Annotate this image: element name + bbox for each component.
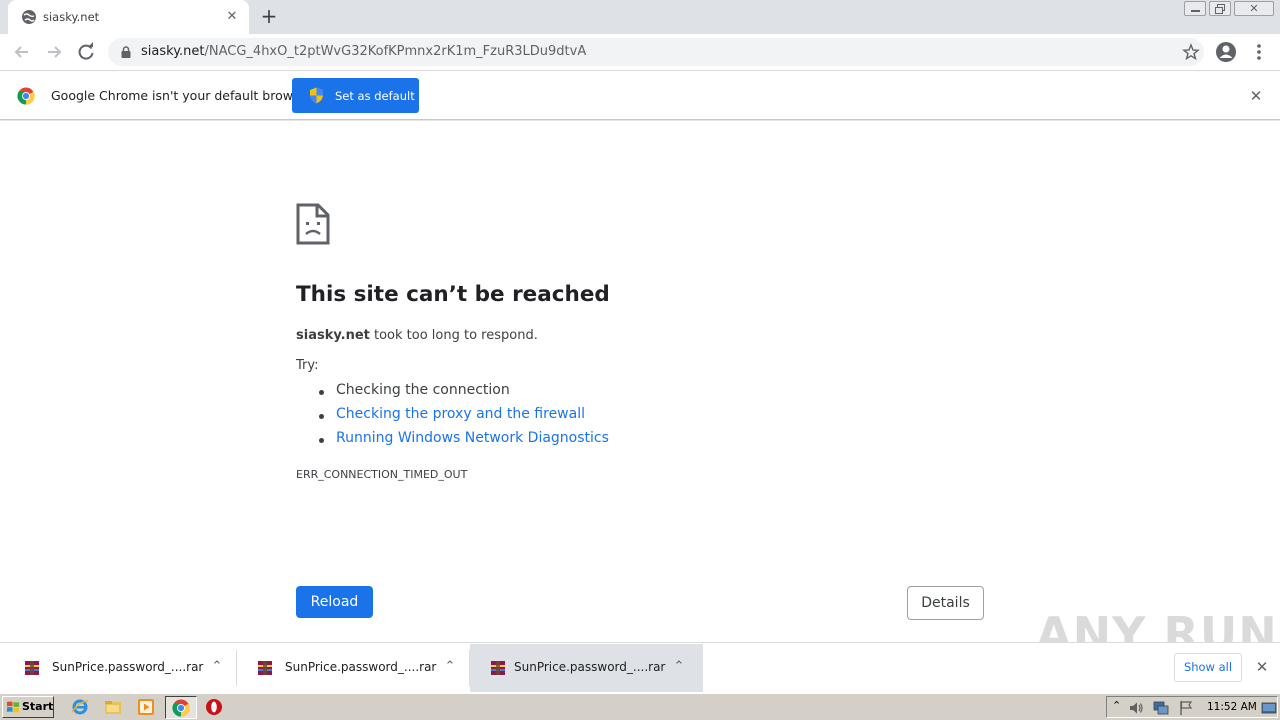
windows-flag-icon bbox=[7, 701, 19, 713]
show-hidden-icons-icon[interactable]: ⌃ bbox=[1112, 699, 1121, 712]
tab-active[interactable]: siasky.net ✕ bbox=[8, 0, 249, 34]
tab-title: siasky.net bbox=[43, 10, 100, 24]
bullet bbox=[319, 414, 324, 419]
reload-button[interactable]: Reload bbox=[296, 586, 373, 618]
bookmark-star-icon[interactable] bbox=[1182, 43, 1200, 61]
url-path: /NACG_4hxO_t2ptWvG32KofKPmnx2rK1m_FzuR3L… bbox=[204, 44, 587, 59]
volume-icon[interactable] bbox=[1128, 700, 1144, 716]
error-title: This site can’t be reached bbox=[296, 282, 610, 307]
file-explorer-icon[interactable] bbox=[104, 698, 122, 716]
set-as-default-button[interactable]: Set as default bbox=[292, 78, 419, 113]
error-description: siasky.net took too long to respond. bbox=[296, 328, 538, 343]
start-button[interactable]: Start bbox=[2, 696, 54, 718]
show-all-downloads-button[interactable]: Show all bbox=[1174, 653, 1242, 682]
download-filename: SunPrice.password_....rar bbox=[514, 660, 666, 674]
suggestion-text: Checking the connection bbox=[336, 382, 510, 398]
chevron-up-icon[interactable]: ⌃ bbox=[669, 657, 689, 677]
system-tray: ⌃ 11:52 AM bbox=[1106, 696, 1278, 718]
try-label: Try: bbox=[296, 358, 319, 373]
tab-close-icon[interactable]: ✕ bbox=[223, 8, 241, 26]
start-label: Start bbox=[22, 700, 54, 713]
chrome-logo-icon bbox=[172, 699, 190, 717]
minimize-window-button[interactable] bbox=[1184, 1, 1206, 16]
opera-icon[interactable] bbox=[205, 698, 223, 716]
infobar-message: Google Chrome isn't your default browser bbox=[51, 88, 313, 103]
forward-icon[interactable] bbox=[40, 38, 68, 66]
media-player-icon[interactable] bbox=[137, 698, 155, 716]
network-icon[interactable] bbox=[1153, 700, 1169, 716]
profile-icon[interactable] bbox=[1212, 38, 1240, 66]
url-host: siasky.net bbox=[141, 44, 205, 59]
tab-strip: siasky.net ✕ + ✕ bbox=[0, 0, 1280, 34]
error-code: ERR_CONNECTION_TIMED_OUT bbox=[296, 468, 468, 481]
suggestion-text[interactable]: Checking the proxy and the firewall bbox=[336, 406, 585, 422]
download-shelf: SunPrice.password_....rar ⌃ SunPrice.pas… bbox=[0, 642, 1280, 692]
clock: 11:52 AM bbox=[1207, 701, 1257, 713]
set-as-default-label: Set as default bbox=[335, 89, 415, 103]
download-item[interactable]: SunPrice.password_....rar ⌃ bbox=[237, 644, 470, 692]
internet-explorer-icon[interactable] bbox=[71, 698, 89, 716]
sad-page-icon bbox=[296, 203, 330, 245]
error-description-text: took too long to respond. bbox=[369, 328, 538, 343]
taskbar-chrome-button[interactable] bbox=[165, 696, 197, 719]
chevron-up-icon[interactable]: ⌃ bbox=[207, 657, 227, 677]
globe-icon bbox=[22, 10, 36, 24]
bullet bbox=[319, 390, 324, 395]
new-tab-button[interactable]: + bbox=[258, 6, 280, 28]
download-shelf-close-icon[interactable]: ✕ bbox=[1252, 657, 1272, 677]
bullet bbox=[319, 438, 324, 443]
details-button[interactable]: Details bbox=[907, 586, 984, 620]
chevron-up-icon[interactable]: ⌃ bbox=[440, 657, 460, 677]
error-page: This site can’t be reached siasky.net to… bbox=[0, 121, 1280, 661]
menu-icon[interactable] bbox=[1245, 38, 1273, 66]
uac-shield-icon bbox=[310, 87, 323, 104]
windows-taskbar: Start ⌃ 11:52 AM bbox=[0, 693, 1280, 720]
rar-archive-icon bbox=[258, 661, 272, 675]
browser-toolbar: siasky.net/NACG_4hxO_t2ptWvG32KofKPmnx2r… bbox=[0, 34, 1280, 71]
close-window-button[interactable]: ✕ bbox=[1234, 1, 1274, 16]
action-center-flag-icon[interactable] bbox=[1178, 700, 1194, 716]
reload-icon[interactable] bbox=[72, 38, 100, 66]
back-icon[interactable] bbox=[8, 38, 36, 66]
error-host: siasky.net bbox=[296, 328, 370, 343]
show-desktop-icon[interactable] bbox=[1261, 700, 1277, 716]
restore-window-button[interactable] bbox=[1209, 1, 1231, 16]
lock-icon[interactable] bbox=[120, 46, 132, 58]
url-text: siasky.net/NACG_4hxO_t2ptWvG32KofKPmnx2r… bbox=[141, 44, 586, 59]
rar-archive-icon bbox=[25, 661, 39, 675]
download-item[interactable]: SunPrice.password_....rar ⌃ bbox=[4, 644, 237, 692]
suggestion-text[interactable]: Running Windows Network Diagnostics bbox=[336, 430, 609, 446]
download-filename: SunPrice.password_....rar bbox=[52, 660, 204, 674]
chrome-logo-icon bbox=[17, 87, 35, 105]
infobar-close-icon[interactable]: ✕ bbox=[1246, 86, 1266, 106]
default-browser-infobar: Google Chrome isn't your default browser… bbox=[0, 72, 1280, 120]
rar-archive-icon bbox=[491, 661, 505, 675]
download-filename: SunPrice.password_....rar bbox=[285, 660, 437, 674]
address-bar[interactable]: siasky.net/NACG_4hxO_t2ptWvG32KofKPmnx2r… bbox=[108, 38, 1204, 66]
download-item[interactable]: SunPrice.password_....rar ⌃ bbox=[470, 644, 703, 692]
